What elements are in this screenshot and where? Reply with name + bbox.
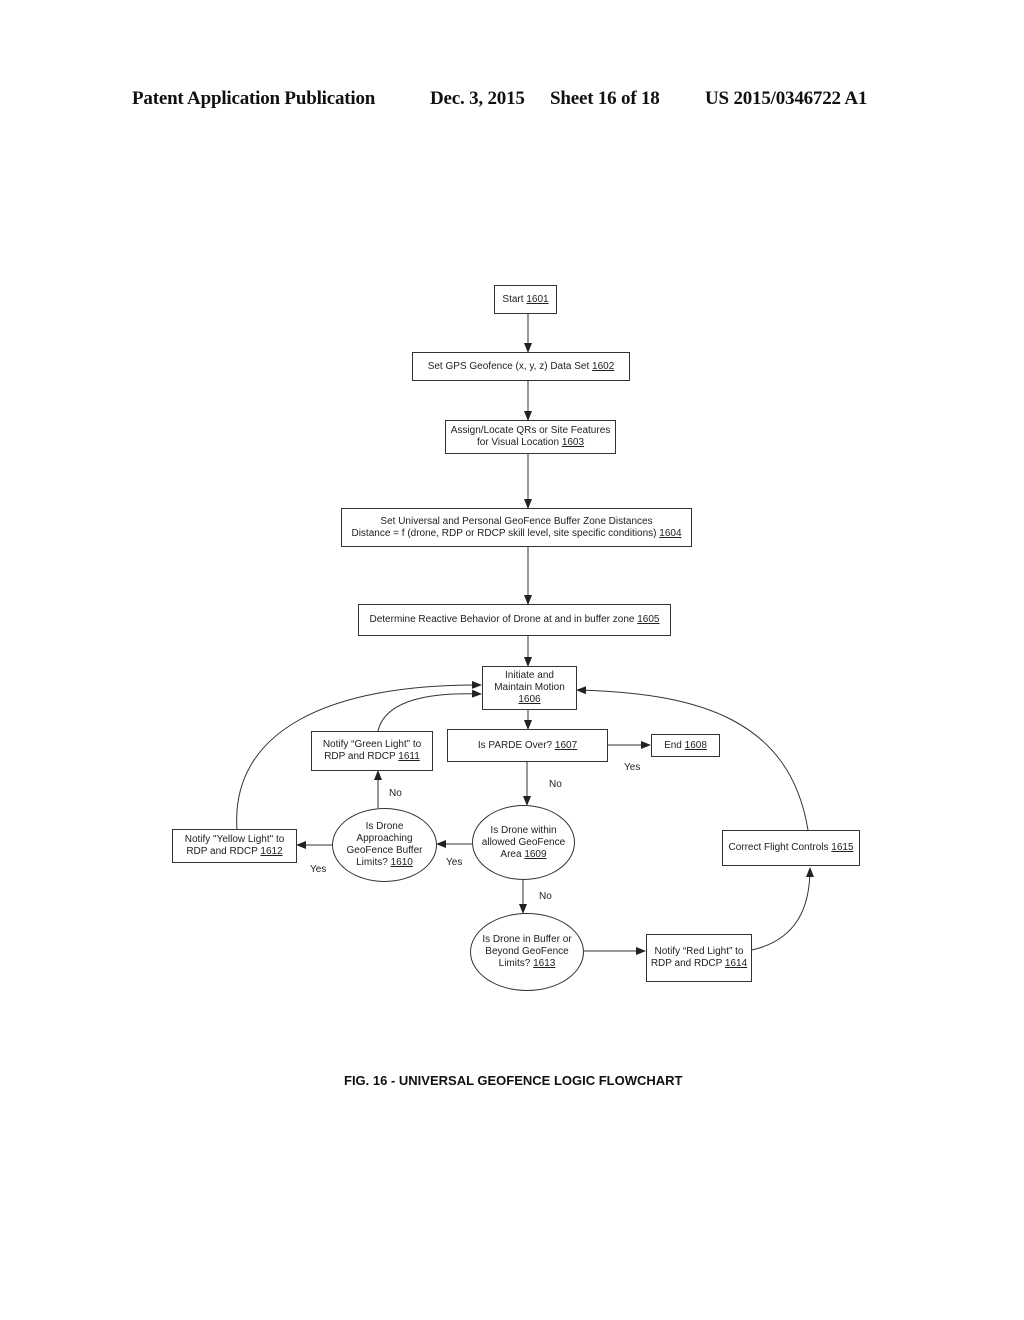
ref-number: 1603 — [561, 437, 585, 448]
node-notify-yellow-light-1612: Notify "Yellow Light" to RDP and RDCP 161… — [172, 829, 297, 863]
node-text: Set GPS Geofence (x, y, z) Data Set — [427, 360, 590, 372]
ref-number: 1610 — [390, 857, 413, 868]
decision-within-geofence-1609: Is Drone within allowed GeoFence Area 1609 — [472, 805, 575, 880]
node-text: allowed GeoFence — [481, 836, 566, 848]
ref-number: 1604 — [659, 527, 682, 539]
ref-number: 1613 — [533, 958, 556, 969]
node-text: End — [664, 739, 682, 751]
ref-number: 1606 — [518, 694, 541, 705]
node-text: Is Drone in Buffer or — [482, 934, 572, 945]
node-text: Notify "Yellow Light" to — [184, 834, 285, 845]
decision-in-buffer-or-beyond-1613: Is Drone in Buffer or Beyond GeoFence Limi… — [470, 913, 584, 991]
label-parde-yes: Yes — [624, 762, 641, 773]
node-text: Is PARDE Over? — [477, 739, 553, 751]
node-text: RDP and RDCP — [324, 751, 396, 762]
label-approach-no: No — [389, 788, 402, 799]
node-start-1601: Start 1601 — [494, 285, 557, 314]
ref-number: 1611 — [398, 751, 420, 762]
ref-number: 1607 — [554, 739, 578, 751]
node-end-1608: End 1608 — [651, 734, 720, 757]
ref-number: 1601 — [526, 293, 549, 305]
node-initiate-motion-1606: Initiate and Maintain Motion 1606 — [482, 666, 577, 710]
label-parde-no: No — [549, 779, 562, 790]
node-text: Distance = f (drone, RDP or RDCP skill l… — [351, 527, 657, 539]
node-text: Notify “Green Light” to — [322, 739, 422, 750]
ref-number: 1602 — [592, 360, 615, 372]
node-text: Notify “Red Light” to — [654, 946, 744, 957]
node-text: RDP and RDCP — [650, 958, 723, 969]
ref-number: 1605 — [637, 614, 660, 625]
node-determine-reactive-behavior-1605: Determine Reactive Behavior of Drone at … — [358, 604, 671, 636]
node-text: Set Universal and Personal GeoFence Buff… — [380, 515, 653, 527]
node-text: Limits? — [356, 857, 388, 868]
node-set-buffer-zone-1604: Set Universal and Personal GeoFence Buff… — [341, 508, 692, 547]
node-text: for Visual Location — [476, 437, 560, 448]
node-text: Approaching — [356, 833, 413, 844]
label-approach-yes: Yes — [310, 864, 327, 875]
label-within-no: No — [539, 891, 552, 902]
flowchart-edges — [236, 314, 814, 955]
ref-number: 1614 — [724, 958, 748, 969]
node-set-gps-geofence-1602: Set GPS Geofence (x, y, z) Data Set 1602 — [412, 352, 630, 381]
edge-1614-1615 — [751, 867, 814, 951]
node-text: Limits? — [498, 958, 531, 969]
node-text: Determine Reactive Behavior of Drone at … — [369, 614, 635, 625]
figure-caption: FIG. 16 - UNIVERSAL GEOFENCE LOGIC FLOWC… — [344, 1073, 683, 1088]
ref-number: 1609 — [524, 848, 547, 860]
node-text: RDP and RDCP — [186, 846, 258, 857]
node-text: Maintain Motion — [494, 682, 565, 693]
node-assign-locate-qrs-1603: Assign/Locate QRs or Site Features for Vi… — [445, 420, 616, 454]
label-within-yes: Yes — [446, 857, 463, 868]
node-text: Is Drone — [365, 821, 404, 832]
node-text: Area — [500, 848, 522, 860]
node-notify-green-light-1611: Notify “Green Light” to RDP and RDCP 1611 — [311, 731, 433, 771]
ref-number: 1608 — [684, 739, 707, 751]
node-is-parde-over-1607: Is PARDE Over? 1607 — [447, 729, 608, 762]
node-correct-flight-controls-1615: Correct Flight Controls 1615 — [722, 830, 860, 866]
node-notify-red-light-1614: Notify “Red Light” to RDP and RDCP 1614 — [646, 934, 752, 982]
node-text: Beyond GeoFence — [485, 946, 569, 957]
node-text: Assign/Locate QRs or Site Features — [450, 425, 611, 436]
node-text: Start — [502, 293, 524, 305]
edge-1611-1606 — [377, 689, 482, 732]
node-text: Is Drone within — [490, 824, 557, 836]
node-text: Initiate and — [505, 670, 554, 681]
node-text: Correct Flight Controls — [728, 842, 829, 853]
decision-approaching-buffer-1610: Is Drone Approaching GeoFence Buffer Limits… — [332, 808, 437, 882]
ref-number: 1615 — [831, 842, 854, 853]
edge-1615-1606 — [576, 686, 809, 831]
node-text: GeoFence Buffer — [346, 845, 423, 856]
ref-number: 1612 — [260, 846, 283, 857]
